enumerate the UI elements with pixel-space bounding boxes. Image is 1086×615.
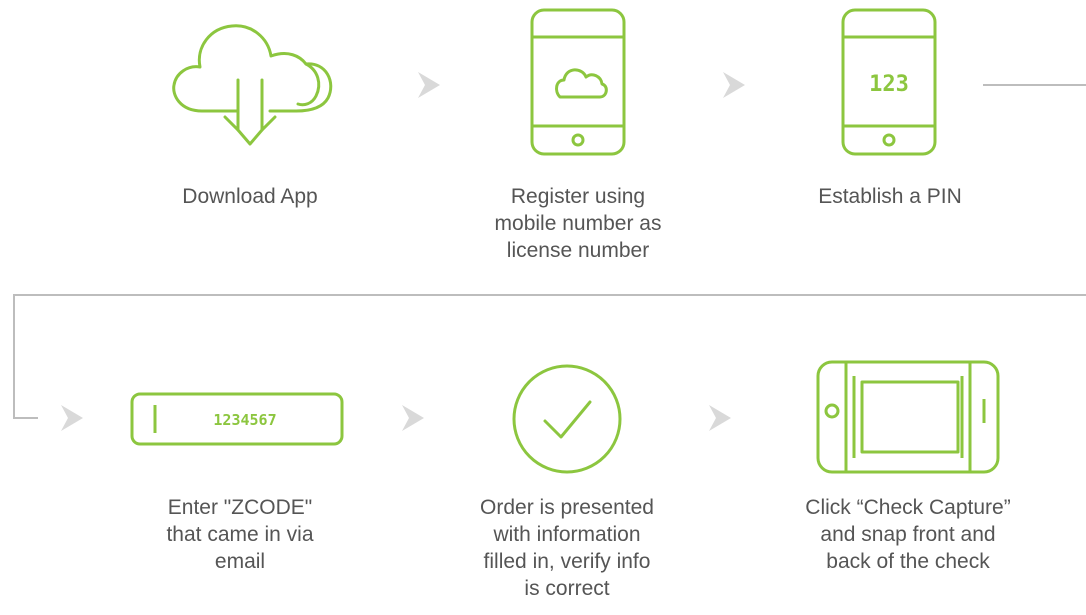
step-label-establish-pin: Establish a PIN <box>818 185 962 208</box>
chevron-arrow-2 <box>723 72 745 98</box>
chevron-arrow-4 <box>402 405 424 431</box>
chevron-arrow-3 <box>61 405 83 431</box>
step-label-check-capture: Click “Check Capture” and snap front and… <box>805 496 1011 573</box>
phone-cloud-icon <box>530 8 626 156</box>
connector-line-wrap <box>13 294 1086 419</box>
pin-text: 123 <box>869 72 909 97</box>
phone-landscape-capture-icon <box>816 360 1000 474</box>
chevron-arrow-1 <box>418 72 440 98</box>
code-text: 1234567 <box>213 411 276 429</box>
cloud-download-icon <box>172 24 333 146</box>
step-label-download-app: Download App <box>182 185 318 208</box>
chevron-arrow-5 <box>709 405 731 431</box>
step-label-register: Register using mobile number as license … <box>494 185 662 262</box>
step-label-enter-zcode: Enter "ZCODE" that came in via email <box>166 496 314 573</box>
checkmark-circle-icon <box>512 364 622 474</box>
step-label-order-presented: Order is presented with information fill… <box>480 496 654 600</box>
